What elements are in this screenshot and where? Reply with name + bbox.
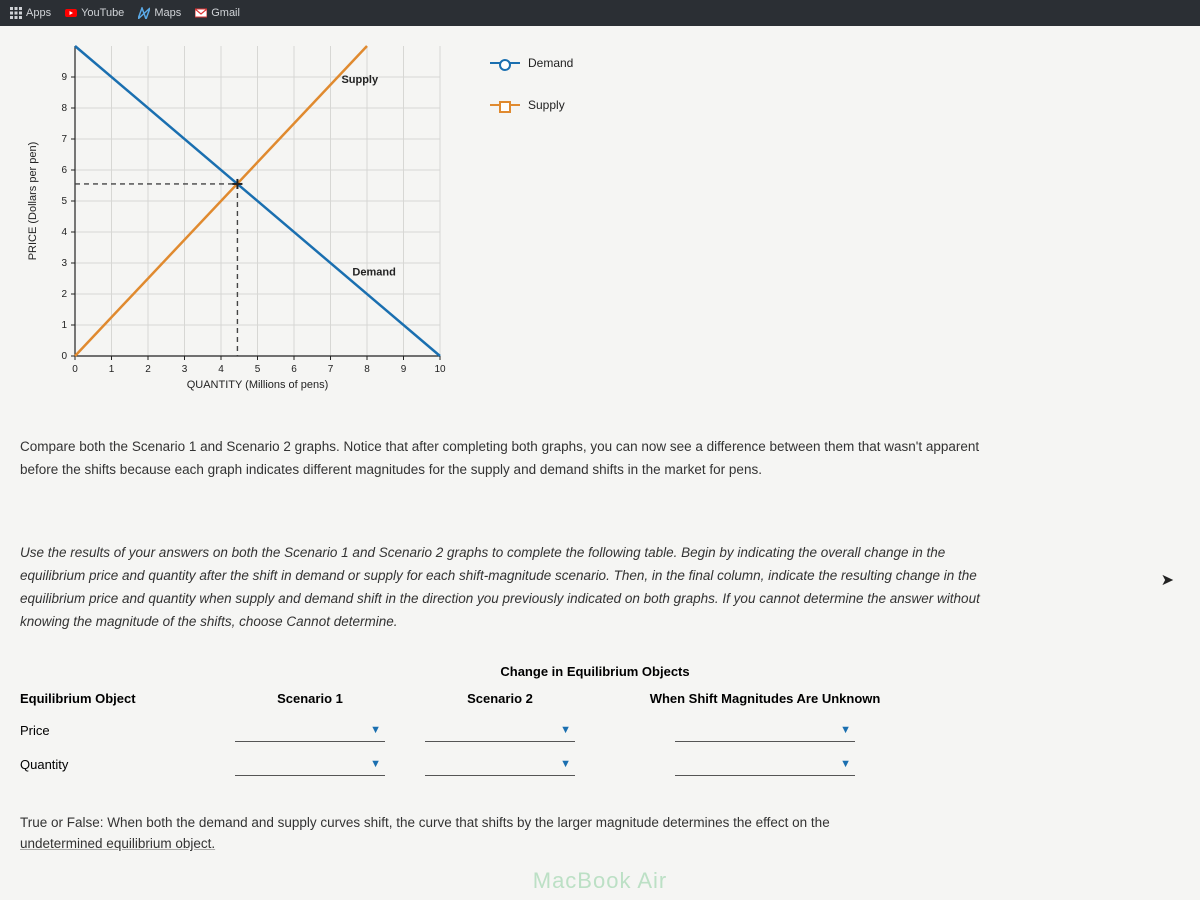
- svg-text:3: 3: [61, 258, 67, 269]
- th-unknown-magnitudes: When Shift Magnitudes Are Unknown: [600, 687, 940, 714]
- legend-supply-label: Supply: [528, 98, 565, 112]
- svg-text:2: 2: [145, 364, 151, 375]
- cursor-icon: ➤: [1161, 570, 1174, 590]
- supply-demand-chart: 0 1 2 3 4 5 6 7 8 9 10 0 1 2 3 4 5 6 7 8 9 QUANTITY (Millions…: [20, 36, 460, 406]
- svg-text:5: 5: [61, 196, 67, 207]
- paragraph-instructions: Use the results of your answers on both …: [20, 542, 1000, 634]
- th-scenario-2: Scenario 2: [410, 687, 600, 714]
- true-false-question: True or False: When both the demand and …: [20, 812, 1000, 855]
- bookmark-bar: Apps YouTube Maps Gmail: [0, 0, 1200, 26]
- maps-label: Maps: [154, 7, 181, 19]
- gmail-bookmark[interactable]: Gmail: [195, 7, 240, 19]
- svg-text:9: 9: [61, 72, 67, 83]
- svg-text:0: 0: [72, 364, 78, 375]
- chevron-down-icon: ▼: [370, 724, 381, 736]
- svg-text:3: 3: [182, 364, 188, 375]
- legend-demand-label: Demand: [528, 56, 573, 70]
- gmail-label: Gmail: [211, 7, 240, 19]
- dropdown-price-scenario2[interactable]: ▼: [425, 720, 575, 742]
- svg-text:1: 1: [109, 364, 115, 375]
- th-scenario-1: Scenario 1: [220, 687, 410, 714]
- apps-bookmark[interactable]: Apps: [10, 7, 51, 19]
- dropdown-quantity-scenario1[interactable]: ▼: [235, 754, 385, 776]
- supply-line-icon: [490, 104, 520, 106]
- table-super-header: Change in Equilibrium Objects: [250, 664, 940, 679]
- svg-text:4: 4: [218, 364, 224, 375]
- device-watermark: MacBook Air: [533, 868, 668, 894]
- paragraph-compare: Compare both the Scenario 1 and Scenario…: [20, 436, 1000, 482]
- svg-text:4: 4: [61, 227, 67, 238]
- svg-text:7: 7: [61, 134, 67, 145]
- demand-line-icon: [490, 62, 520, 64]
- table-row: Quantity ▼ ▼ ▼: [20, 748, 940, 782]
- chevron-down-icon: ▼: [840, 758, 851, 770]
- svg-text:5: 5: [255, 364, 261, 375]
- svg-text:9: 9: [401, 364, 407, 375]
- maps-bookmark[interactable]: Maps: [138, 7, 181, 19]
- legend-demand[interactable]: Demand: [490, 56, 573, 70]
- dropdown-quantity-scenario2[interactable]: ▼: [425, 754, 575, 776]
- gmail-icon: [195, 7, 207, 19]
- svg-text:7: 7: [328, 364, 334, 375]
- svg-text:0: 0: [61, 351, 67, 362]
- dropdown-quantity-unknown[interactable]: ▼: [675, 754, 855, 776]
- tf-line1: True or False: When both the demand and …: [20, 815, 830, 830]
- page-content: 0 1 2 3 4 5 6 7 8 9 10 0 1 2 3 4 5 6 7 8 9 QUANTITY (Millions…: [0, 26, 1200, 855]
- chevron-down-icon: ▼: [560, 758, 571, 770]
- dropdown-price-scenario1[interactable]: ▼: [235, 720, 385, 742]
- svg-text:6: 6: [291, 364, 297, 375]
- svg-text:QUANTITY (Millions of pens): QUANTITY (Millions of pens): [187, 379, 329, 391]
- row-label-quantity: Quantity: [20, 748, 220, 782]
- chevron-down-icon: ▼: [560, 724, 571, 736]
- svg-text:6: 6: [61, 165, 67, 176]
- row-label-price: Price: [20, 714, 220, 748]
- svg-text:Demand: Demand: [352, 266, 395, 278]
- apps-grid-icon: [10, 7, 22, 19]
- apps-label: Apps: [26, 7, 51, 19]
- dropdown-price-unknown[interactable]: ▼: [675, 720, 855, 742]
- svg-text:Supply: Supply: [341, 74, 379, 86]
- svg-text:1: 1: [61, 320, 67, 331]
- chart-legend: Demand Supply: [490, 56, 573, 140]
- legend-supply[interactable]: Supply: [490, 98, 573, 112]
- maps-icon: [138, 7, 150, 19]
- equilibrium-table: Change in Equilibrium Objects Equilibriu…: [20, 664, 940, 782]
- youtube-label: YouTube: [81, 7, 124, 19]
- svg-text:8: 8: [364, 364, 370, 375]
- chevron-down-icon: ▼: [840, 724, 851, 736]
- th-equilibrium-object: Equilibrium Object: [20, 687, 220, 714]
- table-row: Price ▼ ▼ ▼: [20, 714, 940, 748]
- svg-text:PRICE (Dollars per pen): PRICE (Dollars per pen): [27, 142, 39, 261]
- svg-text:2: 2: [61, 289, 67, 300]
- youtube-bookmark[interactable]: YouTube: [65, 7, 124, 19]
- chevron-down-icon: ▼: [370, 758, 381, 770]
- svg-text:8: 8: [61, 103, 67, 114]
- youtube-icon: [65, 7, 77, 19]
- tf-line2: undetermined equilibrium object.: [20, 836, 215, 851]
- svg-text:10: 10: [434, 364, 446, 375]
